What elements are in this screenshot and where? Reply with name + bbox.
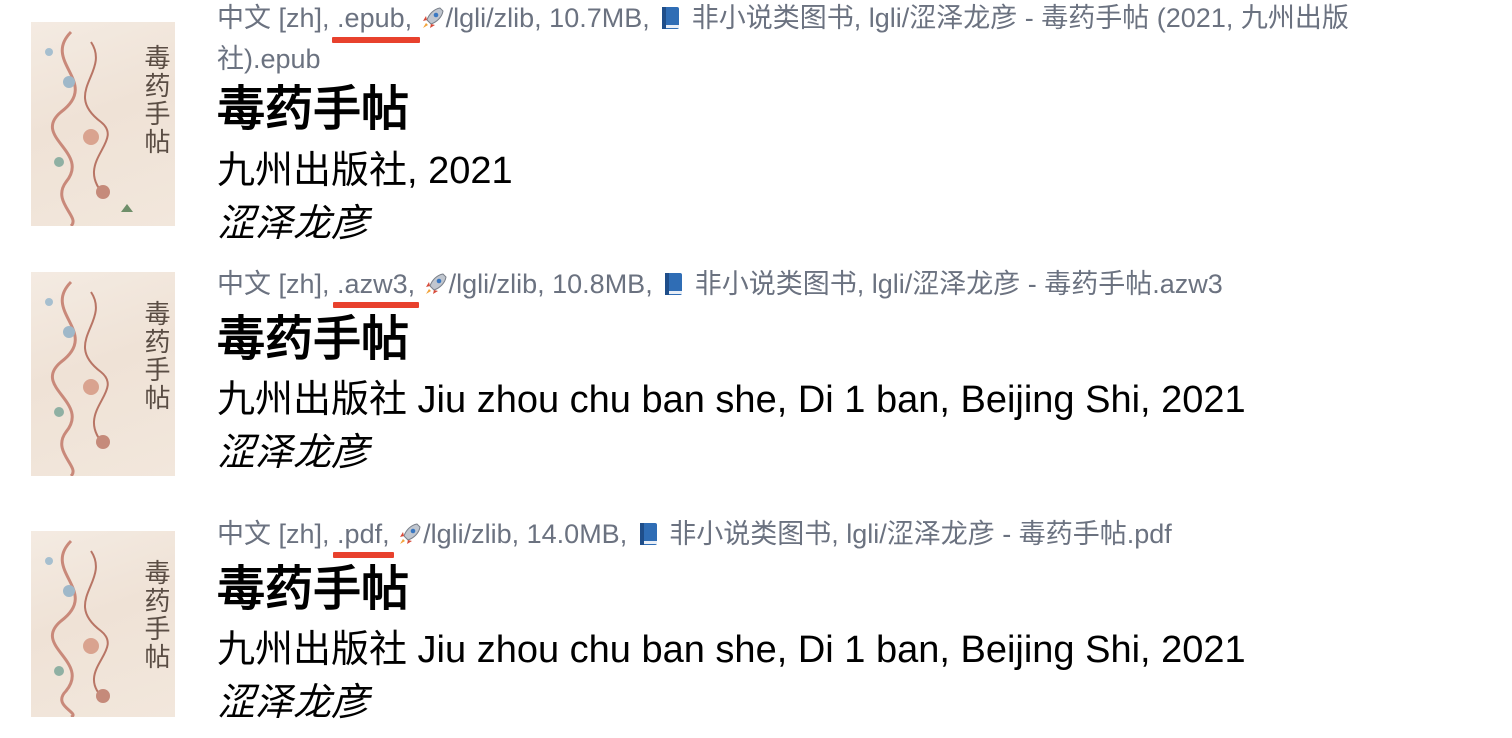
book-cover: 毒药手帖 — [31, 531, 175, 717]
language-label: 中文 [zh], — [217, 3, 330, 33]
source-info: /lgli/zlib, 14.0MB, — [423, 519, 628, 549]
rocket-icon — [422, 7, 444, 28]
file-extension: .epub, — [332, 0, 421, 43]
author-name: 涩泽龙彦 — [217, 432, 370, 474]
rocket-icon — [400, 523, 421, 544]
rocket-icon — [425, 273, 447, 294]
blue-book-icon — [639, 523, 657, 545]
red-underline-annotation — [333, 302, 420, 308]
file-extension: .azw3, — [333, 264, 420, 308]
cover-title: 毒药手帖 — [140, 44, 170, 156]
language-label: 中文 [zh], — [217, 269, 330, 299]
book-title: 毒药手帖 — [217, 563, 410, 616]
result-meta: 中文 [zh], .pdf, /lgli/zlib, 14.0MB, 非小说类图… — [217, 514, 1502, 558]
category-path: 非小说类图书, lgli/涩泽龙彦 - 毒药手帖.azw3 — [694, 269, 1223, 299]
blue-book-icon — [665, 273, 683, 295]
cover-title: 毒药手帖 — [140, 300, 170, 412]
red-underline-annotation — [333, 552, 394, 558]
publisher-info: 九州出版社 Jiu zhou chu ban she, Di 1 ban, Be… — [217, 629, 1246, 671]
author-name: 涩泽龙彦 — [217, 203, 370, 245]
source-info: /lgli/zlib, 10.8MB, — [448, 269, 653, 299]
book-title: 毒药手帖 — [217, 83, 410, 136]
book-cover: 毒药手帖 — [31, 22, 175, 226]
language-label: 中文 [zh], — [217, 519, 330, 549]
result-meta: 中文 [zh], .azw3, /lgli/zlib, 10.8MB, 非小说类… — [217, 264, 1502, 308]
source-info: /lgli/zlib, 10.7MB, — [445, 3, 650, 33]
publisher-info: 九州出版社 Jiu zhou chu ban she, Di 1 ban, Be… — [217, 379, 1246, 421]
category-path: 非小说类图书, lgli/涩泽龙彦 - 毒药手帖.pdf — [669, 519, 1172, 549]
blue-book-icon — [662, 7, 680, 29]
book-title: 毒药手帖 — [217, 313, 410, 366]
author-name: 涩泽龙彦 — [217, 682, 370, 724]
red-underline-annotation — [332, 37, 421, 43]
book-cover: 毒药手帖 — [31, 272, 175, 476]
cover-title: 毒药手帖 — [140, 559, 170, 671]
file-extension: .pdf, — [333, 514, 394, 558]
publisher-info: 九州出版社, 2021 — [217, 150, 513, 192]
category-path: 非小说类图书, lgli/涩泽龙彦 - 毒药手帖 (2021, 九州出版 — [691, 3, 1349, 33]
result-meta: 中文 [zh], .epub, /lgli/zlib, 10.7MB, 非小说类… — [217, 0, 1502, 80]
category-path-continued: 社).epub — [217, 44, 321, 74]
